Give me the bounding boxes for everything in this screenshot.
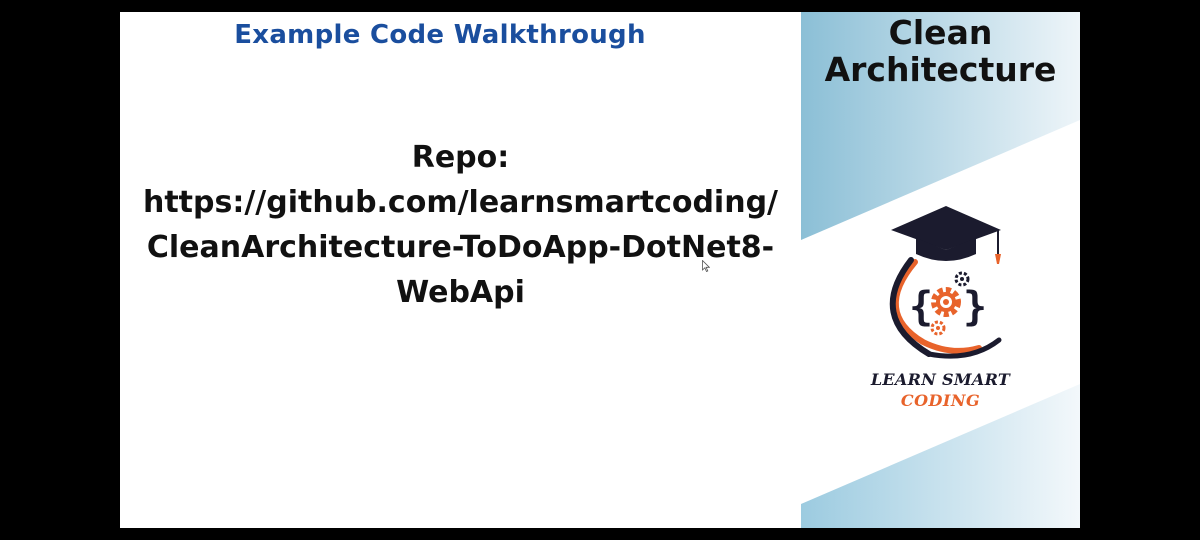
brand-name-line-2: CODING bbox=[900, 391, 981, 410]
graduation-cap-gear-logo-icon: { } bbox=[889, 206, 1002, 359]
slide-main-panel: Example Code Walkthrough Repo: https://g… bbox=[120, 12, 801, 528]
sidebar-title-line-1: Clean bbox=[888, 13, 993, 52]
svg-text:}: } bbox=[963, 284, 987, 330]
presentation-slide: Example Code Walkthrough Repo: https://g… bbox=[120, 12, 1080, 528]
brand-name: LEARN SMART CODING bbox=[801, 370, 1080, 410]
brand-name-line-1: LEARN SMART bbox=[870, 370, 1011, 389]
slide-title: Example Code Walkthrough bbox=[234, 20, 646, 50]
svg-text:{: { bbox=[909, 284, 933, 330]
repo-url-line-3: WebApi bbox=[396, 275, 525, 310]
sidebar-title-line-2: Architecture bbox=[824, 50, 1057, 89]
repo-text-block: Repo: https://github.com/learnsmartcodin… bbox=[120, 135, 801, 315]
repo-label: Repo: bbox=[411, 140, 510, 175]
repo-url-line-1: https://github.com/learnsmartcoding/ bbox=[142, 185, 779, 220]
branding-sidebar: Clean Architecture { } LEARN SMART CODIN… bbox=[801, 12, 1080, 528]
mouse-cursor-icon bbox=[702, 260, 710, 272]
repo-url-line-2: CleanArchitecture-ToDoApp-DotNet8- bbox=[146, 230, 775, 265]
sidebar-title: Clean Architecture bbox=[801, 14, 1080, 88]
